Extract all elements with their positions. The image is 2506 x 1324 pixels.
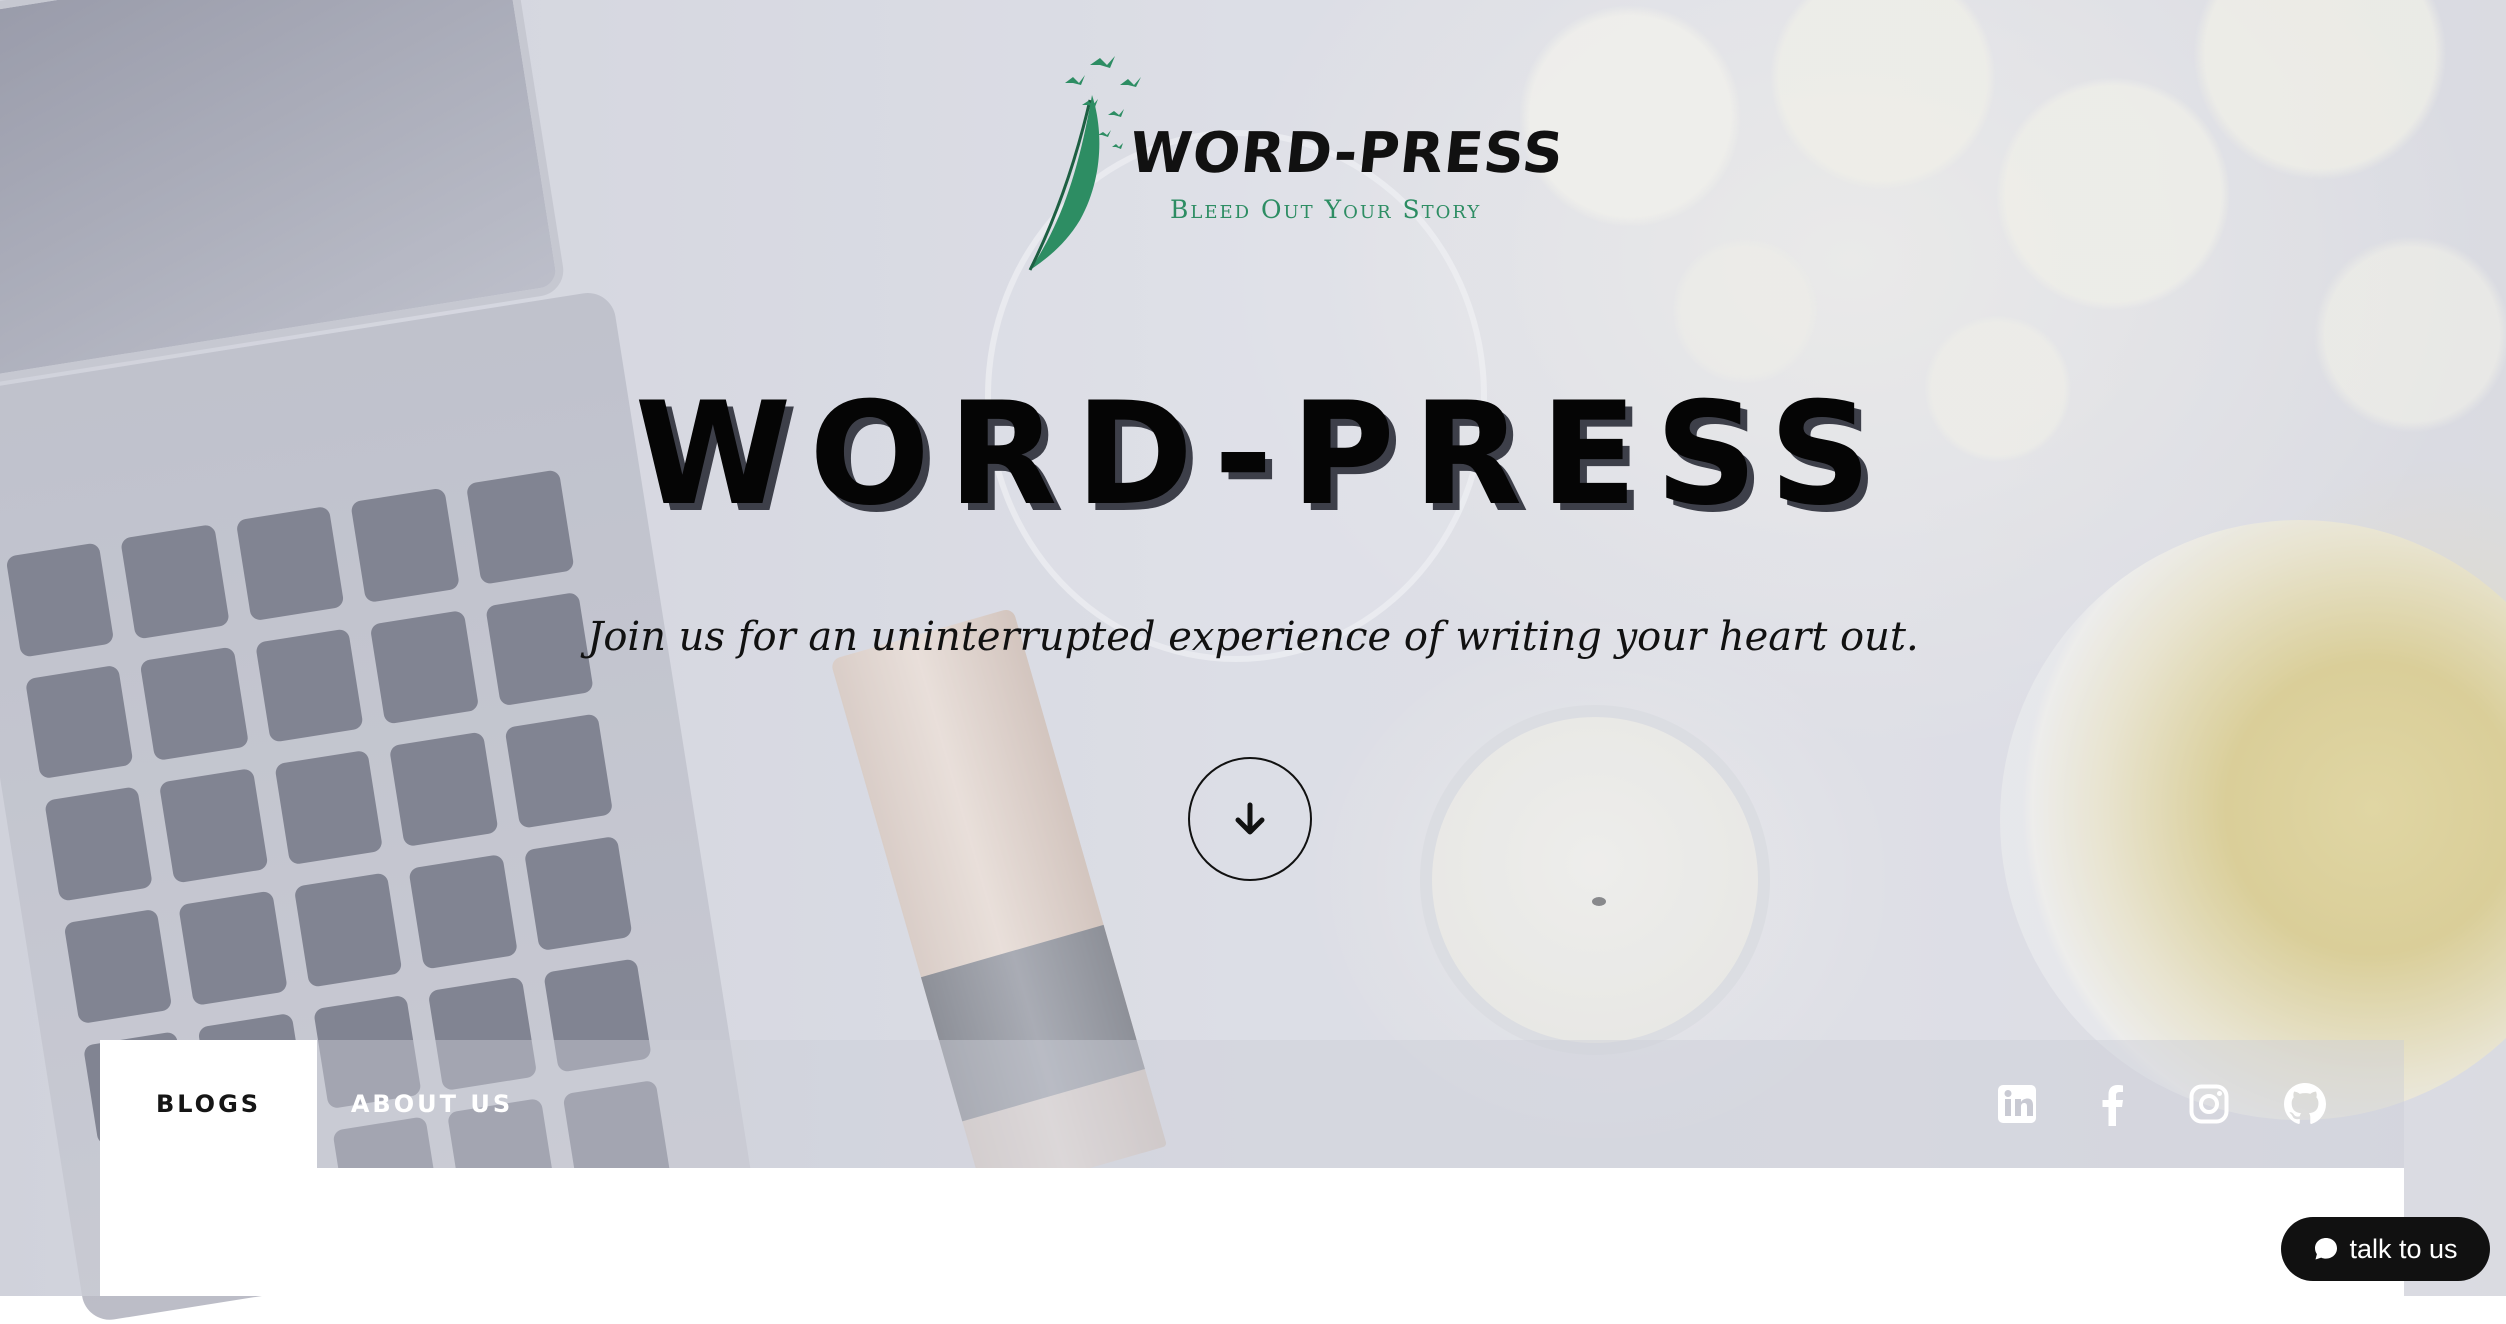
arrow-down-icon: [1235, 802, 1265, 835]
main-nav: BLOGS ABOUT US: [100, 1040, 2404, 1168]
github-icon: [2284, 1083, 2326, 1124]
facebook-link[interactable]: [2083, 1040, 2143, 1168]
logo-tagline: Bleed Out Your Story: [1170, 195, 1482, 224]
chat-button[interactable]: talk to us: [2281, 1217, 2490, 1281]
tab-about-us[interactable]: ABOUT US: [317, 1040, 547, 1168]
page-title: WORD-PRESS: [634, 372, 1890, 537]
instagram-icon: [2189, 1084, 2229, 1124]
chat-label: talk to us: [2349, 1233, 2458, 1264]
site-logo[interactable]: WORD-PRESS Bleed Out Your Story: [1020, 55, 1567, 285]
github-link[interactable]: [2275, 1040, 2335, 1168]
content-panel: [100, 1168, 2404, 1296]
linkedin-icon: [1998, 1085, 2036, 1123]
scroll-down-button[interactable]: [1188, 757, 1312, 881]
linkedin-link[interactable]: [1987, 1040, 2047, 1168]
instagram-link[interactable]: [2179, 1040, 2239, 1168]
logo-title: WORD-PRESS: [1126, 121, 1568, 186]
facebook-icon: [2102, 1085, 2123, 1126]
hero-subheadline: Join us for an uninterrupted experience …: [587, 614, 1919, 660]
tab-blogs[interactable]: BLOGS: [100, 1040, 317, 1168]
chat-bubble-icon: [2313, 1236, 2339, 1262]
